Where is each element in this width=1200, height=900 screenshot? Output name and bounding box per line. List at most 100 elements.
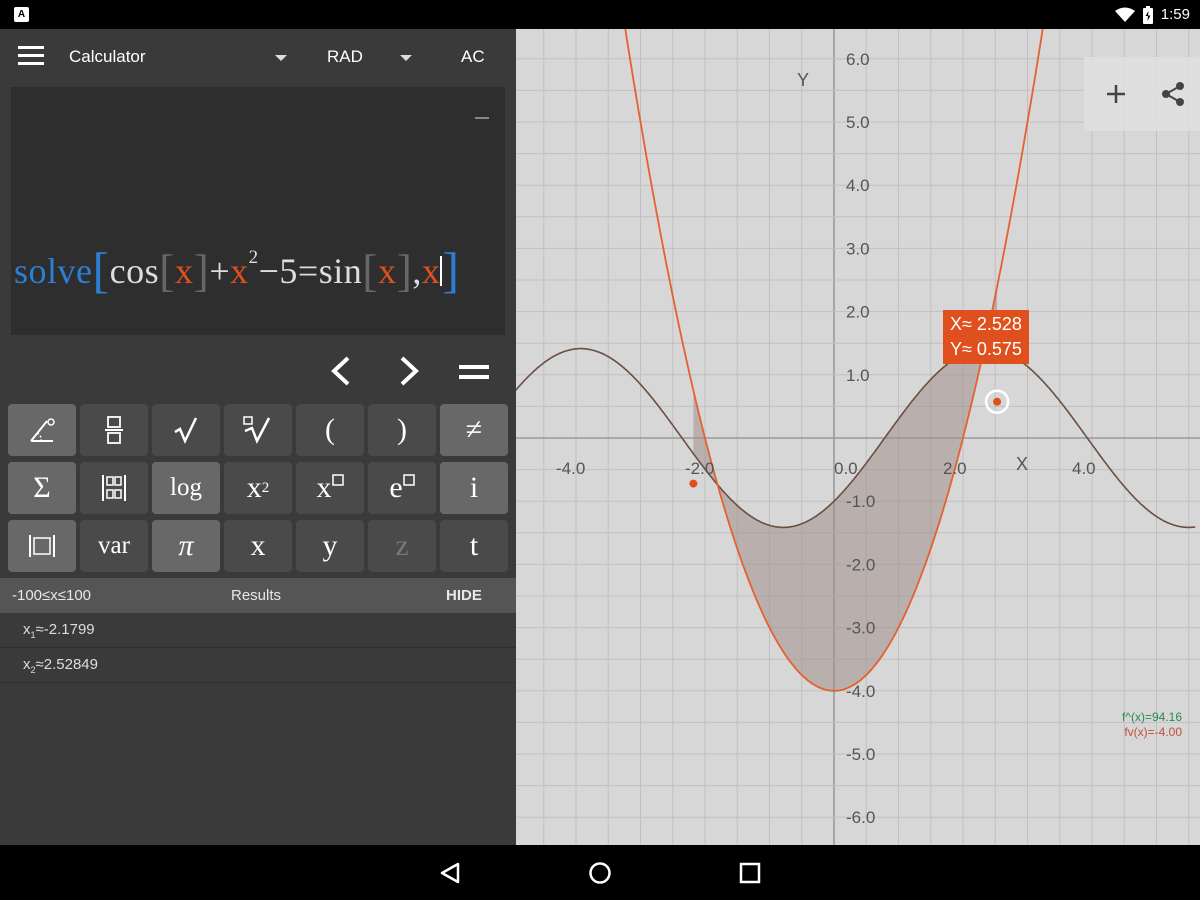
y-tick-label: -5.0 (846, 745, 875, 764)
y-tick-label: 4.0 (846, 176, 870, 195)
battery-icon (1142, 5, 1153, 24)
equals-icon[interactable] (443, 340, 503, 402)
y-key[interactable]: y (296, 520, 364, 572)
close-paren-key[interactable]: ) (368, 404, 436, 456)
intersection-point[interactable] (689, 479, 698, 488)
nth-root-key[interactable] (224, 404, 292, 456)
hamburger-menu-icon[interactable] (18, 46, 44, 68)
not-equal-key[interactable]: ≠ (440, 404, 508, 456)
x-squared-exponent: 2 (261, 479, 270, 496)
imaginary-i-key[interactable]: i (440, 462, 508, 514)
app-notification-icon: A (14, 7, 29, 22)
matrix-icon (102, 475, 126, 501)
hide-results-button[interactable]: HIDE (446, 587, 482, 604)
e-power-key[interactable]: e (368, 462, 436, 514)
x-tick-label: -4.0 (556, 459, 585, 478)
placeholder-box-icon (331, 474, 344, 486)
result-value: ≈2.52849 (35, 656, 98, 673)
angle-unit-chevron-icon[interactable] (400, 55, 412, 61)
y-tick-label: 3.0 (846, 239, 870, 258)
point-coordinate-label: X≈ 2.528 Y≈ 0.575 (943, 310, 1029, 364)
angle-key[interactable] (8, 404, 76, 456)
y-tick-label: -3.0 (846, 619, 875, 638)
log-key[interactable]: log (152, 462, 220, 514)
comma: , (412, 251, 422, 291)
t-key[interactable]: t (440, 520, 508, 572)
sqrt-key[interactable] (152, 404, 220, 456)
all-clear-button[interactable]: AC (461, 47, 485, 67)
clock: 1:59 (1160, 6, 1190, 23)
x-tick-label: -2.0 (685, 459, 714, 478)
variable-x: x (230, 251, 249, 291)
x-axis-label: X (1016, 454, 1028, 474)
x-power-key[interactable]: x (296, 462, 364, 514)
expression-editor[interactable]: solve[cos[x]+x2−5=sin[x],x] (11, 87, 505, 335)
app-root: A 1:59 Calculator RAD AC solve[cos[x]+x2… (0, 0, 1200, 900)
variable-x: x (378, 251, 397, 291)
y-tick-label: 6.0 (846, 50, 870, 69)
min-readout: fv(x)=-4.00 (1124, 725, 1182, 739)
cursor-left-icon[interactable] (312, 340, 372, 402)
y-axis-label: Y (797, 70, 809, 90)
mode-dropdown[interactable]: Calculator (69, 47, 146, 67)
pi-key[interactable]: π (152, 520, 220, 572)
solve-function: solve (14, 251, 93, 291)
matrix-key[interactable] (80, 462, 148, 514)
share-icon[interactable] (1158, 79, 1188, 109)
wifi-icon (1114, 7, 1135, 22)
absolute-value-icon (29, 535, 55, 557)
y-tick-label: 5.0 (846, 113, 870, 132)
x-squared-base: x (246, 471, 262, 504)
selected-intersection-point[interactable] (993, 397, 1002, 406)
add-icon[interactable] (1101, 79, 1131, 109)
results-list: x1≈-2.1799 x2≈2.52849 (0, 613, 516, 683)
y-tick-label: -4.0 (846, 682, 875, 701)
back-icon[interactable] (436, 859, 464, 887)
y-tick-label: -1.0 (846, 492, 875, 511)
minus-five-equals: −5= (258, 251, 319, 291)
keypad: ( ) ≠ Σ log x2 x e i var π x y z t (0, 402, 516, 578)
recents-icon[interactable] (736, 859, 764, 887)
abs-key[interactable] (8, 520, 76, 572)
var-key[interactable]: var (80, 520, 148, 572)
angle-unit-dropdown[interactable]: RAD (327, 47, 363, 67)
results-header: -100≤x≤100 Results HIDE (0, 578, 516, 613)
cos-function: cos (109, 251, 160, 291)
result-row[interactable]: x1≈-2.1799 (0, 613, 516, 648)
x-squared-key[interactable]: x2 (224, 462, 292, 514)
angle-icon (30, 418, 55, 442)
e-power-base: e (389, 471, 403, 504)
grid-lines (516, 29, 1200, 845)
x-tick-label: 4.0 (1072, 459, 1096, 478)
fraction-key[interactable] (80, 404, 148, 456)
system-nav-bar (0, 845, 1200, 900)
y-tick-label: 2.0 (846, 303, 870, 322)
cursor-right-icon[interactable] (378, 340, 438, 402)
status-icons: 1:59 (1114, 0, 1190, 29)
plus-operator: + (209, 251, 231, 291)
result-value: ≈-2.1799 (35, 621, 95, 638)
z-key[interactable]: z (368, 520, 436, 572)
mode-dropdown-chevron-icon[interactable] (275, 55, 287, 61)
sin-function: sin (318, 251, 363, 291)
x-key[interactable]: x (224, 520, 292, 572)
home-icon[interactable] (586, 859, 614, 887)
point-x-readout: X≈ 2.528 (950, 314, 1022, 334)
y-tick-label: -6.0 (846, 808, 875, 827)
minimize-icon[interactable] (475, 117, 489, 119)
max-readout: f^(x)=94.16 (1122, 710, 1182, 724)
nth-root-icon (243, 416, 271, 445)
x-tick-label: 0.0 (834, 459, 858, 478)
extrema-readout: f^(x)=94.16 fv(x)=-4.00 (1122, 710, 1182, 740)
expression-display[interactable]: solve[cos[x]+x2−5=sin[x],x] (14, 241, 460, 299)
toolbar: Calculator RAD AC (0, 29, 516, 85)
calculator-panel: Calculator RAD AC solve[cos[x]+x2−5=sin[… (0, 29, 516, 845)
result-row[interactable]: x2≈2.52849 (0, 648, 516, 683)
cursor-nav-row (0, 340, 516, 402)
graph-canvas[interactable]: -4.0 -2.0 0.0 2.0 4.0 6.0 5.0 4.0 3.0 2.0 1.0 -1.0 -… (516, 29, 1200, 845)
y-tick-label: -2.0 (846, 555, 875, 574)
sum-key[interactable]: Σ (8, 462, 76, 514)
graph-plot[interactable]: -4.0 -2.0 0.0 2.0 4.0 6.0 5.0 4.0 3.0 2.0 1.0 -1.0 -… (516, 29, 1200, 845)
open-paren-key[interactable]: ( (296, 404, 364, 456)
fraction-icon (105, 416, 123, 444)
